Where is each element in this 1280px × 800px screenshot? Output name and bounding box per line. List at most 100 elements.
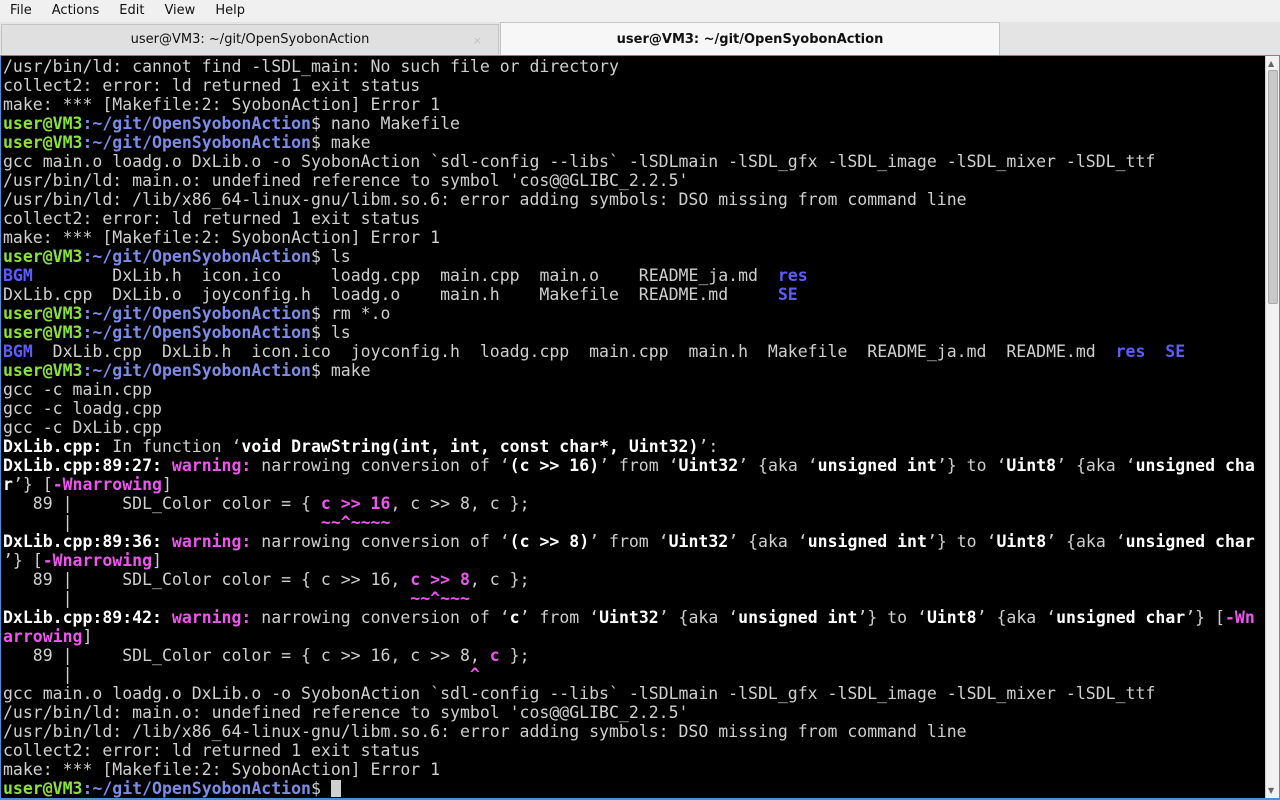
prompt-path: :~/git/OpenSyobonAction [82, 361, 311, 380]
bold-text: DxLib.cpp:89:27: [3, 456, 172, 475]
bold-text: unsigned cha [1135, 456, 1255, 475]
terminal-text: collect2: error: ld returned 1 exit stat… [3, 76, 421, 95]
terminal-line: make: *** [Makefile:2: SyobonAction] Err… [3, 228, 1255, 247]
tab-label: user@VM3: ~/git/OpenSyobonAction [616, 31, 884, 47]
terminal-text: ’} to ‘ [857, 608, 927, 627]
bold-text: c [509, 608, 520, 627]
terminal-text: gcc main.o loadg.o DxLib.o -o SyobonActi… [3, 152, 1156, 171]
bold-text: unsigned int [738, 608, 858, 627]
tab-bar: user@VM3: ~/git/OpenSyobonAction × user@… [0, 22, 1280, 56]
terminal-text: ] [161, 475, 172, 494]
bold-text: DxLib.cpp:89:36: [3, 532, 172, 551]
terminal-text: | [3, 589, 411, 608]
bold-text: Uint32 [668, 532, 729, 551]
terminal-text: In function ‘ [102, 437, 242, 456]
terminal-line: gcc main.o loadg.o DxLib.o -o SyobonActi… [3, 152, 1255, 171]
terminal-line: arrowing] [3, 627, 1255, 646]
terminal-text: ’ {aka ‘ [976, 608, 1057, 627]
terminal-text: ’ {aka ‘ [738, 456, 818, 475]
prompt-user: user@VM3 [3, 247, 83, 266]
warning-text: c [489, 646, 500, 665]
terminal-text: $ ls [310, 247, 351, 266]
terminal-text: make: *** [Makefile:2: SyobonAction] Err… [3, 760, 441, 779]
terminal-text: narrowing conversion of ‘ [261, 608, 510, 627]
prompt-path: :~/git/OpenSyobonAction [82, 323, 311, 342]
terminal-line: user@VM3:~/git/OpenSyobonAction$ nano Ma… [3, 114, 1255, 133]
scroll-up-arrow-icon[interactable]: ▲ [1268, 59, 1274, 68]
directory-name: res [777, 266, 808, 285]
terminal-text: /usr/bin/ld: main.o: undefined reference… [3, 171, 689, 190]
terminal-text: | [3, 513, 321, 532]
terminal-text: collect2: error: ld returned 1 exit stat… [3, 209, 421, 228]
terminal-line: collect2: error: ld returned 1 exit stat… [3, 76, 1255, 95]
terminal-text: , c }; [469, 570, 530, 589]
warning-text: c >> 8 [410, 570, 470, 589]
terminal-line: user@VM3:~/git/OpenSyobonAction$ [3, 779, 1255, 798]
menu-help[interactable]: Help [205, 0, 255, 22]
terminal-text: /usr/bin/ld: cannot find -lSDL_main: No … [3, 57, 619, 76]
terminal-text: gcc -c loadg.cpp [3, 399, 162, 418]
terminal-text: ’} to ‘ [936, 456, 1007, 475]
terminal-line: /usr/bin/ld: /lib/x86_64-linux-gnu/libm.… [3, 190, 1255, 209]
terminal-text: narrowing conversion of ‘ [261, 532, 510, 551]
terminal-line: collect2: error: ld returned 1 exit stat… [3, 209, 1255, 228]
terminal-text: 89 | SDL_Color color = { [3, 494, 321, 513]
terminal-line: gcc -c DxLib.cpp [3, 418, 1255, 437]
terminal-line: DxLib.cpp: In function ‘void DrawString(… [3, 437, 1255, 456]
terminal-line: | ~~^~~~~ [3, 513, 1255, 532]
tab-terminal-2-active[interactable]: user@VM3: ~/git/OpenSyobonAction [500, 22, 1000, 55]
menu-actions[interactable]: Actions [42, 0, 110, 22]
terminal-line: 89 | SDL_Color color = { c >> 16, c >> 8… [3, 494, 1255, 513]
menu-view[interactable]: View [154, 0, 205, 22]
bold-text: unsigned char [1125, 532, 1255, 551]
terminal-text: ’ {aka ‘ [658, 608, 739, 627]
bold-text: DxLib.cpp: [3, 437, 103, 456]
terminal-line: r’} [-Wnarrowing] [3, 475, 1255, 494]
terminal-text: 89 | SDL_Color color = { c >> 16, c >> 8… [3, 646, 490, 665]
warning-text: ~~^~~~ [410, 589, 470, 608]
terminal-line: user@VM3:~/git/OpenSyobonAction$ rm *.o [3, 304, 1255, 323]
close-icon[interactable]: × [473, 34, 482, 47]
terminal-text: make: *** [Makefile:2: SyobonAction] Err… [3, 95, 441, 114]
prompt-user: user@VM3 [3, 304, 83, 323]
terminal-line: | ~~^~~~ [3, 589, 1255, 608]
terminal-text: DxLib.h icon.ico loadg.cpp main.cpp main… [32, 266, 778, 285]
terminal-line: gcc -c main.cpp [3, 380, 1255, 399]
bold-text: Uint32 [678, 456, 739, 475]
terminal-output[interactable]: /usr/bin/ld: cannot find -lSDL_main: No … [1, 56, 1265, 798]
terminal-text: ’} [ [12, 475, 53, 494]
bold-text: Uint8 [926, 608, 977, 627]
directory-name: res [1115, 342, 1146, 361]
menu-file[interactable]: File [0, 0, 42, 22]
terminal-text: $ ls [310, 323, 351, 342]
terminal-text: ’ from ‘ [519, 608, 600, 627]
terminal-frame: /usr/bin/ld: cannot find -lSDL_main: No … [0, 55, 1280, 800]
prompt-path: :~/git/OpenSyobonAction [82, 247, 311, 266]
directory-name: BGM [3, 342, 33, 361]
terminal-text: ’ {aka ‘ [1056, 456, 1136, 475]
terminal-text: ’ from ‘ [589, 532, 669, 551]
scrollbar-thumb[interactable] [1268, 70, 1278, 304]
bold-text: void DrawString(int, int, const char*, U… [241, 437, 699, 456]
terminal-text: $ nano Makefile [310, 114, 460, 133]
terminal-text: , c >> 8, c }; [390, 494, 530, 513]
scroll-down-arrow-icon[interactable]: ▼ [1268, 786, 1274, 795]
menu-edit[interactable]: Edit [109, 0, 154, 22]
terminal-text: $ [310, 779, 331, 798]
terminal-line: /usr/bin/ld: main.o: undefined reference… [3, 703, 1255, 722]
terminal-text: ] [152, 551, 162, 570]
terminal-text: ] [82, 627, 93, 646]
terminal-line: DxLib.cpp:89:27: warning: narrowing conv… [3, 456, 1255, 475]
terminal-line: BGM DxLib.h icon.ico loadg.cpp main.cpp … [3, 266, 1255, 285]
terminal-text: | [3, 665, 470, 684]
terminal-line: /usr/bin/ld: /lib/x86_64-linux-gnu/libm.… [3, 722, 1255, 741]
bold-text: Uint8 [1006, 456, 1057, 475]
terminal-line: make: *** [Makefile:2: SyobonAction] Err… [3, 760, 1255, 779]
warning-text: warning: [171, 532, 262, 551]
prompt-user: user@VM3 [3, 133, 83, 152]
bold-text: (c >> 8) [509, 532, 590, 551]
terminal-scrollbar[interactable]: ▲ ▼ [1265, 56, 1279, 798]
tab-terminal-1[interactable]: user@VM3: ~/git/OpenSyobonAction × [1, 24, 499, 54]
prompt-user: user@VM3 [3, 779, 83, 798]
bold-text: unsigned int [807, 532, 927, 551]
